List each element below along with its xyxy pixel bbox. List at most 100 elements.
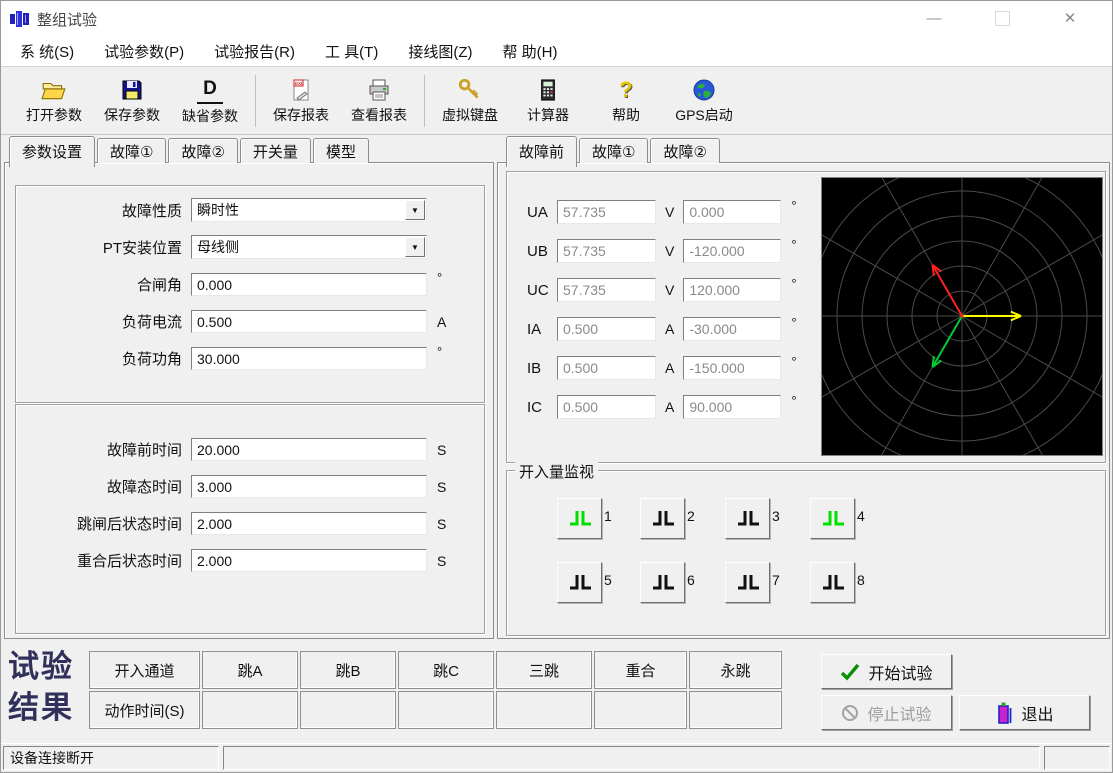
binary-input-number: 1 [604, 508, 612, 524]
binary-input-number: 5 [604, 572, 612, 588]
toolbar-separator [424, 75, 425, 127]
binary-input-button[interactable] [810, 562, 855, 603]
tab-switch-quantity[interactable]: 开关量 [240, 138, 311, 163]
tab-model[interactable]: 模型 [313, 138, 369, 163]
load-angle-input[interactable]: 30.000 [191, 347, 427, 370]
maximize-button[interactable] [979, 1, 1025, 35]
fault-time-input[interactable]: 3.000 [191, 475, 427, 498]
result-value-cell [496, 691, 592, 729]
prefault-time-input[interactable]: 20.000 [191, 438, 427, 461]
time-param-groupbox: 故障前时间 20.000 S 故障态时间 3.000 S 跳闸后状态时间 2.0… [15, 404, 485, 634]
ua-magnitude-input[interactable]: 57.735 [557, 200, 656, 224]
ic-magnitude-input[interactable]: 0.500 [557, 395, 656, 419]
postreclose-time-input[interactable]: 2.000 [191, 549, 427, 572]
right-tab-strip: 故障前 故障① 故障② [506, 138, 722, 164]
close-angle-input[interactable]: 0.000 [191, 273, 427, 296]
binary-input-number: 6 [687, 572, 695, 588]
binary-input-button[interactable] [725, 498, 770, 539]
menu-system[interactable]: 系 统(S) [9, 37, 85, 66]
tab-param-settings[interactable]: 参数设置 [9, 136, 95, 167]
stop-test-button[interactable]: 停止试验 [821, 695, 952, 730]
tab-fault-1-left[interactable]: 故障① [97, 138, 166, 163]
ic-angle-input[interactable]: 90.000 [683, 395, 781, 419]
ub-magnitude-input[interactable]: 57.735 [557, 239, 656, 263]
ib-magnitude-input[interactable]: 0.500 [557, 356, 656, 380]
binary-input-button[interactable] [640, 562, 685, 603]
ua-label: UA [527, 204, 551, 221]
ib-angle-input[interactable]: -150.000 [683, 356, 781, 380]
toolbar-separator [255, 75, 256, 127]
tab-fault-2-right[interactable]: 故障② [650, 138, 719, 163]
uc-magnitude-input[interactable]: 57.735 [557, 278, 656, 302]
status-device: 设备连接断开 [3, 746, 219, 770]
help-button[interactable]: ? 帮助 [587, 72, 665, 130]
menu-tools[interactable]: 工 具(T) [314, 37, 389, 66]
menu-test-report[interactable]: 试验报告(R) [203, 37, 306, 66]
floppy-disk-icon [119, 77, 145, 103]
postreclose-time-unit: S [437, 553, 446, 569]
open-params-button[interactable]: 打开参数 [15, 72, 93, 130]
tab-prefault[interactable]: 故障前 [506, 136, 577, 167]
status-extra [1044, 746, 1110, 770]
result-header-cell: 开入通道 [89, 651, 200, 689]
fault-nature-select[interactable]: 瞬时性 ▼ [191, 198, 427, 222]
result-value-cell [202, 691, 298, 729]
save-params-button[interactable]: 保存参数 [93, 72, 171, 130]
calculator-icon [535, 77, 561, 103]
binary-input-number: 8 [857, 572, 865, 588]
view-report-button[interactable]: 查看报表 [340, 72, 418, 130]
load-current-input[interactable]: 0.500 [191, 310, 427, 333]
tab-fault-2-left[interactable]: 故障② [168, 138, 237, 163]
default-params-button[interactable]: D 缺省参数 [171, 72, 249, 130]
ia-angle-input[interactable]: -30.000 [683, 317, 781, 341]
binary-input-button[interactable] [557, 498, 602, 539]
chevron-down-icon[interactable]: ▼ [405, 200, 425, 220]
ub-angle-input[interactable]: -120.000 [683, 239, 781, 263]
pt-position-label: PT安装位置 [22, 237, 182, 258]
exit-button[interactable]: 退出 [959, 695, 1090, 730]
ua-degree: ° [791, 198, 796, 213]
excel-report-icon: EXL [288, 77, 314, 103]
load-angle-label: 负荷功角 [22, 348, 182, 369]
save-report-button[interactable]: EXL 保存报表 [262, 72, 340, 130]
status-bar: 设备连接断开 [1, 743, 1112, 772]
menu-wiring-diagram[interactable]: 接线图(Z) [397, 37, 483, 66]
binary-input-button[interactable] [557, 562, 602, 603]
toolbar: 打开参数 保存参数 D 缺省参数 EXL 保存报表 查看报表 [1, 68, 1112, 135]
ic-unit: A [665, 399, 674, 415]
virtual-keyboard-button[interactable]: 虚拟键盘 [431, 72, 509, 130]
menu-test-params[interactable]: 试验参数(P) [93, 37, 195, 66]
binary-input-button[interactable] [810, 498, 855, 539]
phasor-diagram [821, 177, 1103, 456]
gps-start-button[interactable]: GPS启动 [665, 72, 743, 130]
check-icon [840, 663, 860, 681]
ic-degree: ° [791, 393, 796, 408]
minimize-button[interactable]: — [911, 1, 957, 35]
close-button[interactable]: ✕ [1047, 1, 1093, 35]
binary-input-button[interactable] [725, 562, 770, 603]
chevron-down-icon[interactable]: ▼ [405, 237, 425, 257]
result-header-cell: 跳C [398, 651, 494, 689]
result-value-cell [594, 691, 687, 729]
uc-angle-input[interactable]: 120.000 [683, 278, 781, 302]
posttrip-time-input[interactable]: 2.000 [191, 512, 427, 535]
binary-input-button[interactable] [640, 498, 685, 539]
globe-icon [691, 77, 717, 103]
menu-help[interactable]: 帮 助(H) [491, 37, 568, 66]
ia-magnitude-input[interactable]: 0.500 [557, 317, 656, 341]
calculator-button[interactable]: 计算器 [509, 72, 587, 130]
uc-label: UC [527, 282, 551, 299]
uc-degree: ° [791, 276, 796, 291]
ub-degree: ° [791, 237, 796, 252]
ua-angle-input[interactable]: 0.000 [683, 200, 781, 224]
binary-input-number: 2 [687, 508, 695, 524]
question-mark-icon: ? [613, 77, 639, 103]
binary-input-title: 开入量监视 [515, 461, 598, 482]
tab-fault-1-right[interactable]: 故障① [579, 138, 648, 163]
binary-input-number: 7 [772, 572, 780, 588]
uc-unit: V [665, 282, 674, 298]
left-tab-strip: 参数设置 故障① 故障② 开关量 模型 [9, 138, 371, 164]
start-test-button[interactable]: 开始试验 [821, 654, 952, 689]
exit-door-icon [995, 702, 1013, 724]
pt-position-select[interactable]: 母线侧 ▼ [191, 235, 427, 259]
